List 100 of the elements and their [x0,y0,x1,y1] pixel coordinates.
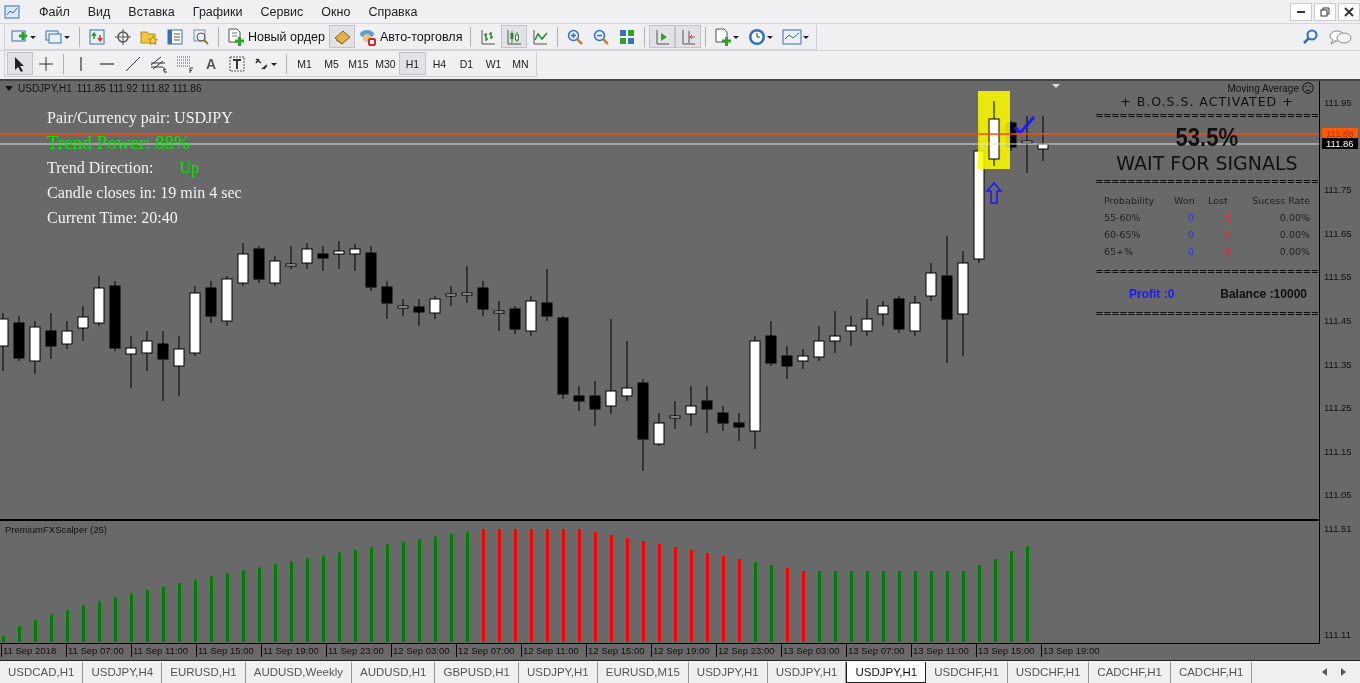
timeframe-button[interactable]: D1 [453,52,480,75]
text-tool-button[interactable]: A [198,52,224,75]
trend-power-text: Trend Power: 88% [47,131,191,155]
chart-tab[interactable]: USDCHF,H1 [926,661,1008,683]
chart-tab[interactable]: USDCAD,H1 [0,661,84,683]
diagonal-line-icon [125,55,141,72]
candlestick [461,265,473,304]
candlestick [845,315,857,347]
menu-item[interactable]: Сервис [251,4,313,19]
dropdown-arrow-icon [5,85,13,92]
menu-item[interactable]: Графики [183,4,252,19]
table-cell-text: 0 [1223,246,1232,257]
candlestick [525,295,537,337]
auto-scroll-button[interactable] [649,25,676,48]
column-header: Probability [1104,195,1156,206]
histogram-bar [850,571,853,642]
candlestick [221,275,233,327]
column-header: Lost [1208,195,1229,206]
timeframe-button[interactable]: H4 [426,52,453,75]
histogram-bar [834,571,837,642]
chart-tab[interactable]: CADCHF,H1 [1170,661,1253,683]
minimize-icon [1297,10,1305,13]
candlestick [93,275,105,327]
table-cell-text: 0 [1223,212,1232,223]
candlestick [765,320,777,367]
chart-shift-button[interactable] [675,25,702,48]
candlestick [445,285,457,307]
candlestick [365,245,377,292]
windows-icon [45,28,71,45]
timeframe-button[interactable]: M30 [372,52,399,75]
arrow-up-icon [985,181,1003,204]
scroll-left-icon[interactable] [1320,667,1328,677]
bars-icon [480,28,497,45]
channel-icon [150,54,168,73]
chart-tab[interactable]: USDJPY,H4 [83,661,163,683]
candlestick [1021,115,1033,174]
speech-bubbles-icon [1328,29,1352,45]
chart-tab[interactable]: EURUSD,M15 [597,661,689,683]
candlestick [493,300,505,332]
timeframe-button[interactable]: MN [507,52,534,75]
metaeditor-button[interactable] [328,25,355,48]
table-cell-text: 0 [1186,246,1195,257]
table-cell-text: 0.00% [1278,229,1310,240]
candlestick [909,295,921,337]
timeframe-button[interactable]: W1 [480,52,507,75]
table-cell-text: 0 [1186,229,1195,240]
candlestick [253,245,265,284]
menu-item[interactable]: Окно [312,4,360,19]
close-button[interactable] [1338,2,1360,21]
auto-trading-button[interactable]: Авто-торговля [354,25,467,48]
menu-item[interactable]: Вид [78,4,120,19]
chart-tab[interactable]: USDJPY,H1 [846,661,927,683]
scroll-right-icon[interactable] [1340,667,1348,677]
price-label: 111.51 [1324,523,1352,534]
chart-tab[interactable]: USDJPY,H1 [688,661,768,683]
candlestick [797,348,809,370]
timeframe-button[interactable]: M15 [345,52,372,75]
arrows-dropdown-icon [254,55,278,72]
chart-tab[interactable]: AUDUSD,Weekly [245,661,352,683]
time-label: 11 Sep 07:00 [66,644,131,657]
info-text: Candle closes in: 19 min 4 sec [47,183,242,203]
pointer-icon [14,55,26,72]
table-cell-text: 60-65% [1104,229,1142,240]
chart-tab[interactable]: USDCHF,H1 [1007,661,1090,683]
time-label: 12 Sep 07:00 [456,644,521,657]
chart-tab[interactable]: AUDUSD,H1 [352,661,436,683]
chart-tab[interactable]: EURUSD,H1 [162,661,246,683]
time-label: 11 Sep 19:00 [261,644,326,657]
separator-text: ============================ [1095,177,1319,187]
timeframe-button[interactable]: H1 [399,52,426,75]
clock-icon [748,27,775,46]
candlestick [0,312,9,372]
histogram-bar [18,626,21,642]
time-label: 12 Sep 15:00 [586,644,651,657]
menu-item[interactable]: Вставка [119,4,184,19]
chart-tab[interactable]: CADCHF,H1 [1089,661,1171,683]
bid-price-label: 111.86 [1322,138,1358,149]
menu-item[interactable]: Файл [30,4,79,19]
minimize-button[interactable] [1290,2,1312,21]
histogram-bar [818,571,821,642]
candlestick [189,285,201,357]
price-label: 111.11 [1324,629,1351,640]
candlestick [301,242,313,270]
restore-button[interactable] [1314,2,1336,21]
timeframe-button[interactable]: M5 [318,52,345,75]
candlestick [988,100,1000,167]
candlestick [893,295,905,334]
chart-tab[interactable]: USDJPY,H1 [518,661,598,683]
candlestick-button[interactable] [501,25,528,48]
candlestick [877,300,889,327]
table-cell-text: 0 [1223,229,1232,240]
new-order-button[interactable]: Новый ордер [223,25,329,48]
chart-tab[interactable]: GBPUSD,H1 [435,661,519,683]
candlestick [205,280,217,324]
candlestick [125,335,137,389]
histogram-bar [882,571,885,642]
dotted-lines-icon [176,54,194,73]
menu-item[interactable]: Справка [359,4,427,19]
timeframe-button[interactable]: M1 [291,52,318,75]
cursor-button[interactable] [7,52,33,75]
